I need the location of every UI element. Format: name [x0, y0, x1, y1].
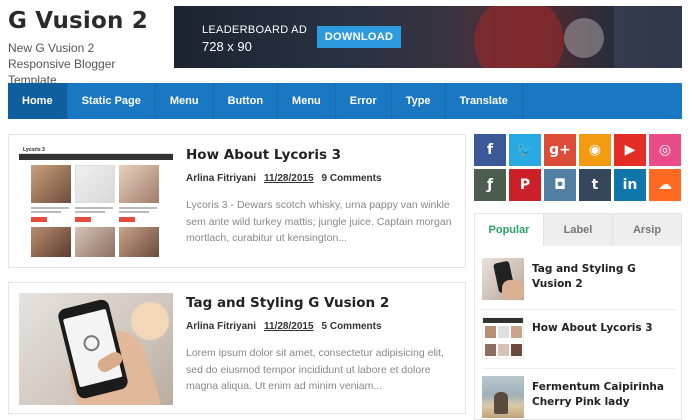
post-title[interactable]: How About Lycoris 3 [186, 147, 341, 163]
tab-popular[interactable]: Popular [475, 214, 543, 246]
ad-decoration [614, 6, 682, 68]
main-nav: Home Static Page Menu Button Menu Error Type Tr… [8, 83, 682, 119]
ad-size: 728 x 90 [202, 39, 252, 54]
thumbnail-website-preview: Lycoris 3 [19, 145, 173, 257]
tabbed-widget: Popular Label Arsip Tag and Styling G Vusi… [474, 213, 682, 420]
post-excerpt: Lorem ipsum dolor sit amet, consectetur … [186, 347, 444, 392]
post-date[interactable]: 11/28/2015 [264, 173, 314, 184]
nav-item-static-page[interactable]: Static Page [68, 83, 156, 119]
nav-item-menu[interactable]: Menu [278, 83, 336, 119]
mini-logo: Lycoris 3 [23, 147, 45, 153]
popular-post-title[interactable]: Tag and Styling G Vusion 2 [532, 262, 672, 292]
popular-post-title[interactable]: How About Lycoris 3 [532, 321, 672, 336]
post-author[interactable]: Arlina Fitriyani [186, 173, 256, 184]
post-comments[interactable]: 5 Comments [322, 321, 382, 332]
ad-decoration [564, 18, 604, 58]
ad-label: LEADERBOARD AD [202, 24, 308, 36]
ad-decoration [474, 6, 564, 68]
popular-post-thumbnail[interactable] [482, 317, 524, 359]
nav-item-type[interactable]: Type [392, 83, 446, 119]
google-plus-icon[interactable]: g+ [544, 134, 576, 166]
dribbble-icon[interactable]: ◎ [649, 134, 681, 166]
deviantart-icon[interactable]: ƒ [474, 169, 506, 201]
twitter-icon[interactable]: 🐦 [509, 134, 541, 166]
site-header: G Vusion 2 New G Vusion 2 Responsive Blo… [0, 0, 692, 87]
post-thumbnail[interactable]: Lycoris 3 [19, 145, 173, 257]
post-date[interactable]: 11/28/2015 [264, 321, 314, 332]
pinterest-icon[interactable]: P [509, 169, 541, 201]
post-excerpt: Lycoris 3 - Dewars scotch whisky, urna p… [186, 199, 452, 244]
post-thumbnail[interactable] [19, 293, 173, 405]
ad-download-button[interactable]: DOWNLOAD [317, 26, 401, 48]
popular-post-item[interactable]: Fermentum Caipirinha Cherry Pink lady [482, 376, 676, 420]
post-meta: Arlina Fitriyani 11/28/2015 9 Comments [186, 173, 382, 184]
nav-item-error[interactable]: Error [336, 83, 392, 119]
popular-post-thumbnail[interactable] [482, 258, 524, 300]
popular-post-item[interactable]: Tag and Styling G Vusion 2 [482, 258, 676, 304]
site-title[interactable]: G Vusion 2 [8, 8, 158, 34]
post-title[interactable]: Tag and Styling G Vusion 2 [186, 295, 389, 311]
nav-item-button[interactable]: Button [214, 83, 279, 119]
brand: G Vusion 2 New G Vusion 2 Responsive Blo… [8, 8, 158, 88]
tab-arsip[interactable]: Arsip [612, 214, 681, 246]
popular-post-item[interactable]: How About Lycoris 3 [482, 317, 676, 363]
tumblr-icon[interactable]: t [579, 169, 611, 201]
ad-text: LEADERBOARD AD 728 x 90 [202, 24, 307, 54]
post-comments[interactable]: 9 Comments [322, 173, 382, 184]
widget-tabs: Popular Label Arsip [475, 214, 681, 246]
thumbnail-phone-image [19, 293, 173, 405]
post-meta: Arlina Fitriyani 11/28/2015 5 Comments [186, 321, 382, 332]
popular-post-thumbnail[interactable] [482, 376, 524, 418]
nav-item-translate[interactable]: Translate [446, 83, 523, 119]
linkedin-icon[interactable]: in [614, 169, 646, 201]
lightbulb-icon [81, 333, 102, 353]
facebook-icon[interactable]: f [474, 134, 506, 166]
post-card: Lycoris 3 How About Lycoris 3 Arlina Fit… [8, 134, 466, 268]
instagram-icon[interactable]: ◘ [544, 169, 576, 201]
nav-item-menu[interactable]: Menu [156, 83, 214, 119]
soundcloud-icon[interactable]: ☁ [649, 169, 681, 201]
site-tagline: New G Vusion 2 Responsive Blogger Templa… [8, 41, 116, 87]
nav-item-home[interactable]: Home [8, 83, 68, 119]
tab-label[interactable]: Label [543, 214, 612, 246]
rss-icon[interactable]: ◉ [579, 134, 611, 166]
leaderboard-ad[interactable]: LEADERBOARD AD 728 x 90 DOWNLOAD [174, 6, 682, 68]
popular-post-title[interactable]: Fermentum Caipirinha Cherry Pink lady [532, 380, 672, 410]
post-author[interactable]: Arlina Fitriyani [186, 321, 256, 332]
post-card: Tag and Styling G Vusion 2 Arlina Fitriy… [8, 282, 466, 414]
youtube-icon[interactable]: ▶ [614, 134, 646, 166]
